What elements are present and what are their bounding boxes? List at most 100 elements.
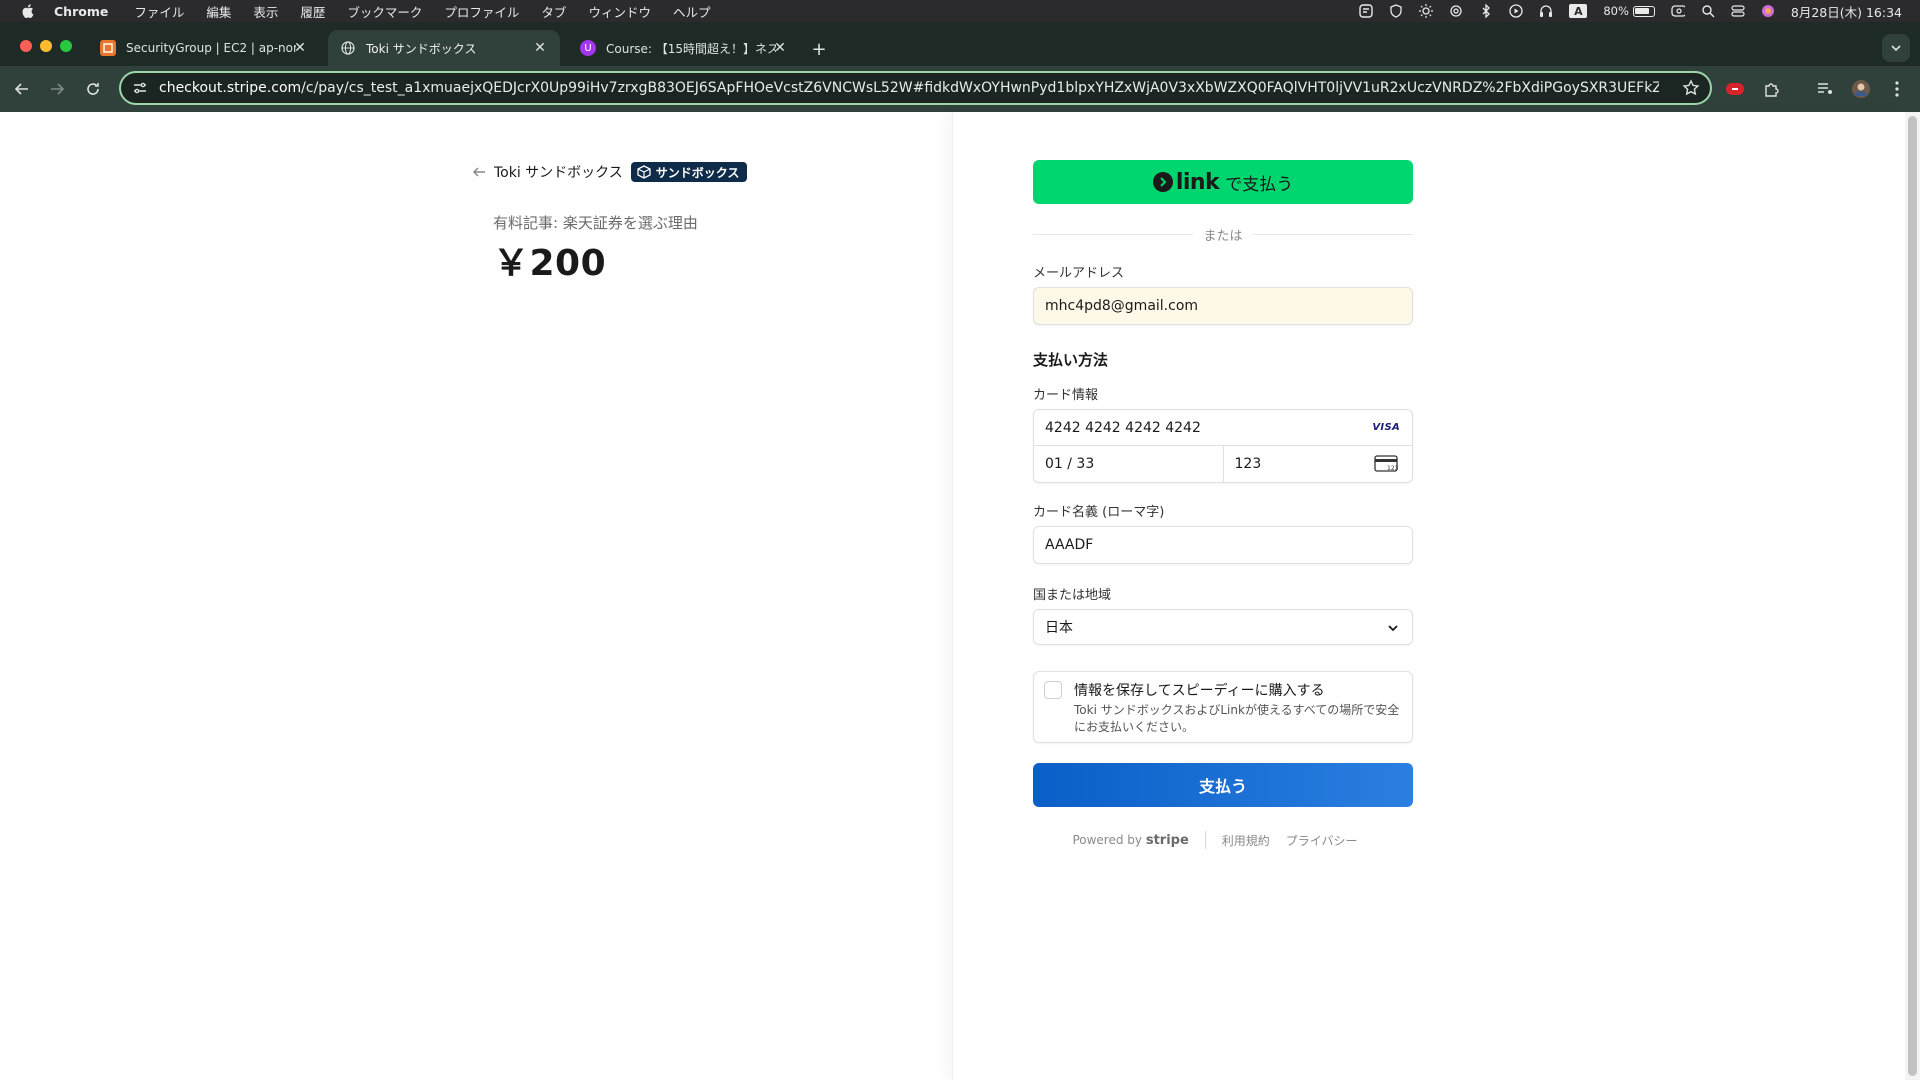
menu-view[interactable]: 表示 — [253, 2, 278, 21]
new-tab-button[interactable]: + — [808, 38, 830, 60]
link-arrow-icon — [1152, 172, 1173, 192]
card-number-field[interactable]: 4242 4242 4242 4242 VISA — [1034, 410, 1412, 446]
link-pay-label: で支払う — [1225, 174, 1294, 195]
save-info-option[interactable]: 情報を保存してスピーディーに購入する Toki サンドボックスおよびLinkが使… — [1033, 671, 1413, 743]
tab-title: SecurityGroup | EC2 | ap-northeast-1 — [126, 41, 296, 55]
cvc-card-icon: 123 — [1374, 455, 1399, 473]
battery-status[interactable]: 80% — [1603, 4, 1655, 18]
battery-percent: 80% — [1603, 4, 1629, 18]
media-queue-icon[interactable] — [1814, 78, 1836, 100]
product-name: 有料記事: 楽天証券を選ぶ理由 — [493, 214, 698, 232]
tab-close-icon[interactable]: ✕ — [532, 40, 548, 56]
brightness-icon[interactable] — [1419, 4, 1434, 18]
menu-file[interactable]: ファイル — [134, 2, 184, 21]
country-label: 国または地域 — [1033, 588, 1112, 603]
save-info-checkbox[interactable] — [1044, 681, 1062, 699]
openai-icon[interactable] — [1449, 4, 1463, 18]
forward-button[interactable] — [46, 78, 68, 100]
browser-menu-icon[interactable] — [1886, 78, 1908, 100]
macos-menu-bar: Chrome ファイル 編集 表示 履歴 ブックマーク プロファイル タブ ウィ… — [0, 0, 1920, 22]
card-details-box: 4242 4242 4242 4242 VISA 01 / 33 123 123 — [1033, 409, 1413, 483]
input-mode-indicator[interactable]: A — [1569, 4, 1588, 18]
apple-icon[interactable] — [20, 4, 34, 18]
menubar-clock[interactable]: 8月28日(木) 16:34 — [1791, 2, 1902, 21]
window-zoom-button[interactable] — [60, 40, 72, 52]
cardholder-name-value: AAADF — [1045, 537, 1094, 553]
tab-title: Course: 【15時間超え！】ネスト — [606, 41, 776, 56]
sandbox-box-icon — [637, 165, 651, 179]
scrollbar-thumb[interactable] — [1908, 116, 1917, 1076]
menu-help[interactable]: ヘルプ — [673, 2, 711, 21]
address-bar[interactable]: checkout.stripe.com/c/pay/cs_test_a1xmua… — [119, 71, 1712, 105]
tab-close-icon[interactable]: ✕ — [292, 40, 308, 56]
card-expiry-field[interactable]: 01 / 33 — [1034, 446, 1224, 482]
email-field[interactable]: mhc4pd8@gmail.com — [1033, 287, 1413, 325]
sandbox-badge-label: サンドボックス — [655, 165, 740, 180]
menu-window[interactable]: ウィンドウ — [588, 2, 651, 21]
url-text: checkout.stripe.com/c/pay/cs_test_a1xmua… — [159, 80, 1659, 96]
battery-icon — [1632, 5, 1655, 17]
menu-profile[interactable]: プロファイル — [444, 2, 519, 21]
control-center-icon[interactable] — [1731, 4, 1745, 18]
terms-link[interactable]: 利用規約 — [1222, 832, 1270, 849]
page-scrollbar[interactable] — [1905, 112, 1920, 1080]
play-icon[interactable] — [1509, 4, 1523, 18]
footer-divider — [1204, 831, 1206, 849]
menu-history[interactable]: 履歴 — [300, 2, 325, 21]
payment-form: link で支払う または メールアドレス mhc4pd8@gmail.com … — [1033, 160, 1413, 849]
pay-button[interactable]: 支払う — [1033, 763, 1413, 807]
tab-title: Toki サンドボックス — [366, 41, 477, 56]
back-arrow-icon[interactable] — [472, 165, 486, 179]
cast-icon[interactable] — [1671, 4, 1685, 18]
tab-toki-sandbox[interactable]: Toki サンドボックス ✕ — [328, 30, 560, 66]
or-divider: または — [1033, 224, 1413, 244]
tab-search-button[interactable] — [1882, 34, 1910, 62]
save-info-description: Toki サンドボックスおよびLinkが使えるすべての場所で安全にお支払いくださ… — [1074, 703, 1400, 734]
email-label: メールアドレス — [1033, 266, 1125, 281]
search-icon[interactable] — [1701, 4, 1715, 18]
siri-icon[interactable] — [1761, 4, 1775, 18]
bookmark-star-icon[interactable] — [1682, 79, 1700, 97]
checkout-page: Toki サンドボックス サンドボックス 有料記事: 楽天証券を選ぶ理由 ￥20… — [0, 112, 1905, 1080]
menu-app-name[interactable]: Chrome — [54, 4, 108, 19]
card-info-label: カード情報 — [1033, 388, 1099, 403]
menu-bookmarks[interactable]: ブックマーク — [347, 2, 422, 21]
checkout-footer: Powered by stripe 利用規約 プライバシー — [1033, 831, 1413, 849]
privacy-link[interactable]: プライバシー — [1286, 832, 1358, 849]
menu-edit[interactable]: 編集 — [206, 2, 231, 21]
merchant-name[interactable]: Toki サンドボックス — [494, 162, 623, 182]
extensions-puzzle-icon[interactable] — [1761, 78, 1783, 100]
tab-close-icon[interactable]: ✕ — [772, 40, 788, 56]
bluetooth-icon[interactable] — [1479, 4, 1493, 18]
window-close-button[interactable] — [20, 40, 32, 52]
powered-by-label: Powered by — [1072, 832, 1142, 847]
card-number-value: 4242 4242 4242 4242 — [1045, 419, 1201, 436]
svg-text:123: 123 — [1387, 465, 1398, 472]
profile-avatar[interactable] — [1850, 78, 1872, 100]
tab-aws-security-group[interactable]: SecurityGroup | EC2 | ap-northeast-1 ✕ — [88, 30, 320, 66]
product-price: ￥200 — [493, 243, 607, 284]
window-minimize-button[interactable] — [40, 40, 52, 52]
email-value: mhc4pd8@gmail.com — [1045, 298, 1199, 314]
chevron-down-icon — [1386, 621, 1400, 635]
country-select[interactable]: 日本 — [1033, 609, 1413, 645]
powered-by-stripe[interactable]: Powered by stripe — [1072, 833, 1188, 848]
shield-icon[interactable] — [1389, 4, 1403, 18]
back-button[interactable] — [11, 78, 33, 100]
headphones-icon[interactable] — [1539, 4, 1553, 18]
card-cvc-field[interactable]: 123 123 — [1224, 446, 1413, 482]
evernote-icon[interactable] — [1359, 4, 1374, 18]
menu-tab[interactable]: タブ — [541, 2, 566, 21]
link-pay-button[interactable]: link で支払う — [1033, 160, 1413, 204]
browser-tab-strip: SecurityGroup | EC2 | ap-northeast-1 ✕ T… — [0, 22, 1920, 66]
tab-udemy-course[interactable]: U Course: 【15時間超え！】ネスト ✕ — [568, 30, 800, 66]
site-info-icon[interactable] — [133, 81, 147, 95]
menubar-status-area: A 80% 8月28日(木) 16:34 — [1359, 0, 1902, 22]
reload-button[interactable] — [82, 78, 104, 100]
aws-icon — [100, 40, 116, 56]
extension-red-icon[interactable] — [1724, 78, 1746, 100]
link-logo: link — [1152, 170, 1220, 195]
cardholder-name-field[interactable]: AAADF — [1033, 526, 1413, 564]
browser-toolbar: checkout.stripe.com/c/pay/cs_test_a1xmua… — [0, 66, 1920, 112]
save-info-title: 情報を保存してスピーディーに購入する — [1074, 683, 1325, 699]
